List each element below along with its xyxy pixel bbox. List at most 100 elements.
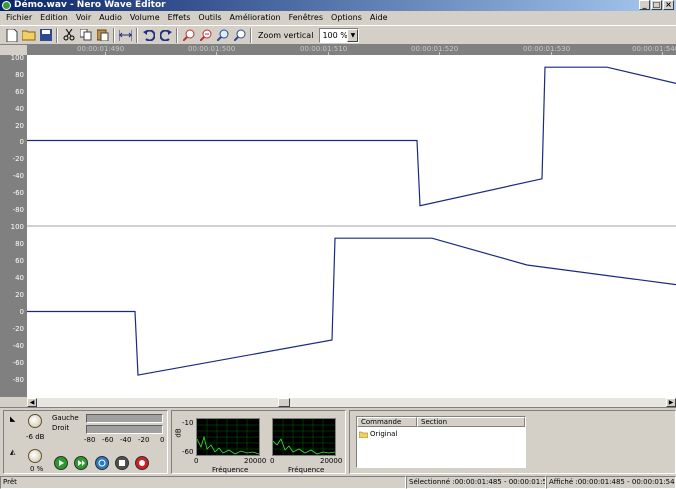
ruler-label: 00:00:01:520 [411, 45, 459, 53]
meter-scale: -20 [138, 436, 150, 444]
menu-aide[interactable]: Aide [366, 11, 392, 25]
scroll-right-button[interactable]: ▶ [666, 398, 676, 407]
spectrum-x-start: 0 [270, 457, 275, 465]
copy-icon[interactable] [77, 27, 94, 44]
column-header-section[interactable]: Section [417, 417, 525, 427]
play-button[interactable] [54, 456, 68, 470]
y-tick-bottom: 80 [15, 240, 24, 248]
paste-icon[interactable] [94, 27, 111, 44]
spectrum-x-end: 20000 [244, 457, 267, 465]
ruler-label: 00:00:01:500 [188, 45, 236, 53]
fit-icon[interactable] [117, 27, 134, 44]
menu-edition[interactable]: Edition [36, 11, 72, 25]
new-icon[interactable] [3, 27, 20, 44]
command-history-table[interactable]: Commande Section Original [356, 416, 526, 468]
volume-icon: ◣ [10, 415, 16, 423]
cut-icon[interactable] [60, 27, 77, 44]
waveform-right-channel [27, 237, 676, 376]
status-selection: Sélectionné :00:00:01:485 - 00:00:01:543 [406, 476, 546, 489]
open-icon[interactable] [20, 27, 37, 44]
bottom-panel: ◣ -6 dB ◭ 0 % Gauche Droit -80 -60 -40 -… [0, 407, 676, 475]
maximize-button[interactable]: □ [651, 0, 662, 10]
zoom-full-icon[interactable] [231, 27, 248, 44]
menu-outils[interactable]: Outils [194, 11, 225, 25]
redo-icon[interactable] [157, 27, 174, 44]
loop-button[interactable] [95, 456, 109, 470]
pan-value: 0 % [30, 465, 44, 473]
zoom-vertical-value: 100 % [322, 30, 348, 40]
y-tick-bottom: 40 [15, 274, 24, 282]
ruler-label: 00:00:01:540 [632, 45, 676, 53]
spectrum-left-graph [196, 419, 260, 455]
zoom-selection-icon[interactable] [214, 27, 231, 44]
menu-volume[interactable]: Volume [126, 11, 164, 25]
spectrum-y-tick: -10 [182, 419, 194, 427]
spectrum-y-tick: -60 [182, 448, 194, 456]
time-ruler[interactable]: 00:00:01:490 00:00:01:500 00:00:01:510 0… [27, 45, 676, 55]
y-tick-bottom: 0 [19, 308, 24, 316]
table-row[interactable]: Original [359, 429, 397, 439]
y-tick-bottom: -40 [12, 342, 24, 350]
toolbar-separator [56, 27, 58, 43]
left-level-meter [86, 414, 163, 423]
command-cell: Original [370, 430, 398, 438]
right-channel-label: Droit [52, 424, 70, 432]
spectrum-db-label: dB [174, 428, 183, 438]
y-tick-bottom: 20 [15, 291, 24, 299]
zoom-in-icon[interactable] [180, 27, 197, 44]
record-button[interactable] [135, 456, 149, 470]
y-tick-top: 80 [15, 71, 24, 79]
column-header-commande[interactable]: Commande [357, 417, 417, 427]
zoom-vertical-label: Zoom vertical [258, 30, 314, 40]
waveform-canvas[interactable] [27, 55, 676, 397]
play-selection-button[interactable] [74, 456, 88, 470]
undo-icon[interactable] [140, 27, 157, 44]
pan-knob[interactable] [28, 449, 42, 463]
pan-icon: ◭ [10, 448, 16, 456]
menu-audio[interactable]: Audio [95, 11, 126, 25]
chevron-down-icon[interactable]: ▼ [347, 28, 359, 42]
volume-value: -6 dB [26, 433, 45, 441]
y-tick-bottom: 60 [15, 257, 24, 265]
y-tick-top: -80 [12, 206, 24, 214]
waveform-left-channel [27, 66, 676, 207]
window-title: Démo.wav - Nero Wave Editor [14, 0, 166, 10]
y-tick-bottom: -20 [12, 325, 24, 333]
close-button[interactable]: × [663, 0, 674, 10]
scroll-left-button[interactable]: ◀ [27, 398, 37, 407]
menu-effets[interactable]: Effets [164, 11, 195, 25]
spectrum-x-label: Fréquence [288, 466, 325, 474]
spectrum-x-end: 20000 [320, 457, 343, 465]
stop-button[interactable] [115, 456, 129, 470]
save-icon[interactable] [37, 27, 54, 44]
app-icon [2, 1, 11, 10]
folder-icon [359, 431, 368, 438]
toolbar: Zoom vertical 100 % ▼ [0, 25, 676, 45]
zoom-out-icon[interactable] [197, 27, 214, 44]
y-tick-top: 0 [19, 138, 24, 146]
title-bar[interactable]: Démo.wav - Nero Wave Editor _ □ × [0, 0, 676, 11]
ruler-label: 00:00:01:490 [77, 45, 125, 53]
menu-voir[interactable]: Voir [72, 11, 95, 25]
amplitude-axis: 100 80 60 40 20 0 -20 -40 -60 -80 100 80… [0, 54, 27, 397]
minimize-button[interactable]: _ [639, 0, 650, 10]
app-window: Démo.wav - Nero Wave Editor _ □ × Fichie… [0, 0, 676, 489]
y-tick-bottom: -80 [12, 376, 24, 384]
y-tick-top: 40 [15, 105, 24, 113]
meter-scale: -60 [102, 436, 114, 444]
volume-knob[interactable] [28, 414, 42, 428]
menu-options[interactable]: Options [327, 11, 366, 25]
mixer-panel: ◣ -6 dB ◭ 0 % Gauche Droit -80 -60 -40 -… [3, 410, 168, 474]
ruler-label: 00:00:01:510 [300, 45, 348, 53]
waveform-view[interactable] [27, 55, 676, 397]
zoom-vertical-select[interactable]: 100 % ▼ [319, 27, 360, 43]
horizontal-scrollbar[interactable]: ◀ ▶ [27, 397, 676, 407]
menu-bar: Fichier Edition Voir Audio Volume Effets… [0, 11, 676, 25]
spectrum-x-start: 0 [194, 457, 199, 465]
y-tick-top: 100 [10, 54, 24, 62]
menu-amelioration[interactable]: Amélioration [226, 11, 285, 25]
menu-fichier[interactable]: Fichier [2, 11, 36, 25]
menu-fenetres[interactable]: Fenêtres [285, 11, 327, 25]
toolbar-separator [250, 27, 252, 43]
scroll-thumb[interactable] [278, 398, 290, 407]
